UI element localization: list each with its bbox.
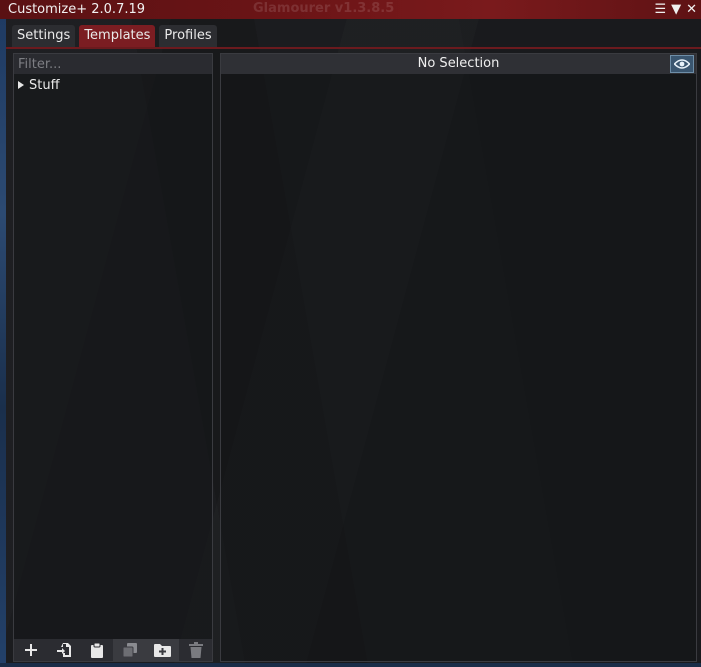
clipboard-icon	[90, 642, 103, 658]
import-template-button[interactable]	[47, 639, 80, 661]
toggle-visibility-button[interactable]	[670, 55, 694, 73]
new-folder-icon	[154, 644, 171, 657]
template-editor-panel: No Selection	[220, 53, 697, 662]
menu-icon[interactable]: ☰	[654, 0, 666, 19]
plus-icon	[24, 644, 37, 656]
title-controls: ☰ ▼ ✕	[654, 0, 697, 19]
background-desktop-strip	[0, 19, 6, 667]
collapse-icon[interactable]: ▼	[671, 0, 681, 19]
filter-input[interactable]	[14, 54, 212, 74]
title-bar[interactable]: Customize+ 2.0.7.19 Glamourer v1.3.8.5 ☰…	[0, 0, 701, 19]
background-desktop-bottom-strip	[0, 663, 701, 667]
trash-icon	[188, 642, 203, 658]
duplicate-template-button[interactable]	[113, 639, 146, 661]
import-icon	[56, 643, 71, 657]
tab-profiles[interactable]: Profiles	[159, 25, 217, 47]
tab-settings[interactable]: Settings	[12, 25, 76, 47]
new-folder-button[interactable]	[146, 639, 179, 661]
tab-templates[interactable]: Templates	[79, 25, 156, 47]
customize-plus-window: Customize+ 2.0.7.19 Glamourer v1.3.8.5 ☰…	[0, 0, 701, 667]
expand-triangle-icon	[18, 81, 24, 89]
tab-underline	[6, 47, 701, 49]
paste-template-button[interactable]	[80, 639, 113, 661]
tree-folder-label: Stuff	[29, 77, 60, 93]
tree-folder-stuff[interactable]: Stuff	[18, 76, 60, 94]
tab-bar: Settings Templates Profiles	[6, 25, 217, 47]
delete-template-button[interactable]	[179, 639, 212, 661]
window-title: Customize+ 2.0.7.19	[8, 2, 146, 17]
selector-toolbar	[14, 639, 212, 661]
close-icon[interactable]: ✕	[686, 0, 697, 19]
background-window-title: Glamourer v1.3.8.5	[253, 1, 395, 16]
selection-header: No Selection	[221, 54, 696, 74]
template-selector-panel: Stuff	[13, 53, 213, 662]
duplicate-icon	[122, 643, 137, 658]
eye-icon	[674, 59, 690, 69]
add-template-button[interactable]	[14, 639, 47, 661]
